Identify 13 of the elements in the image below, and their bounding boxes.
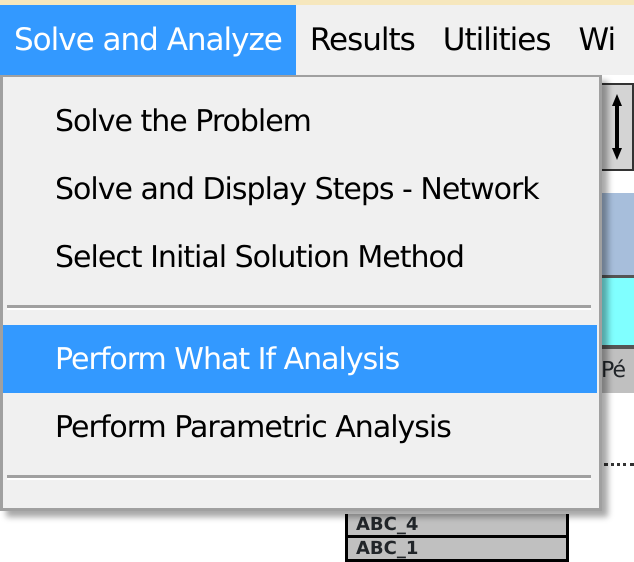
menu-item[interactable]: Results <box>296 5 429 75</box>
table-cell: ABC_1 <box>345 538 569 562</box>
table-cell: ABC_4 <box>345 514 569 538</box>
menu-item[interactable]: Utilities <box>428 5 564 75</box>
grid-row <box>600 275 634 345</box>
menu-item[interactable]: Select Initial Solution Method <box>3 223 597 291</box>
menu-item[interactable]: Solve and Display Steps - Network <box>3 155 597 223</box>
menu-item[interactable]: Wi <box>564 5 630 75</box>
column-header: Pé <box>600 345 634 393</box>
toolbar-button[interactable] <box>600 83 634 171</box>
menu-item[interactable]: Solve the Problem <box>3 87 597 155</box>
menu-item[interactable]: Perform Parametric Analysis <box>3 393 597 461</box>
up-down-arrow-icon <box>611 92 623 162</box>
